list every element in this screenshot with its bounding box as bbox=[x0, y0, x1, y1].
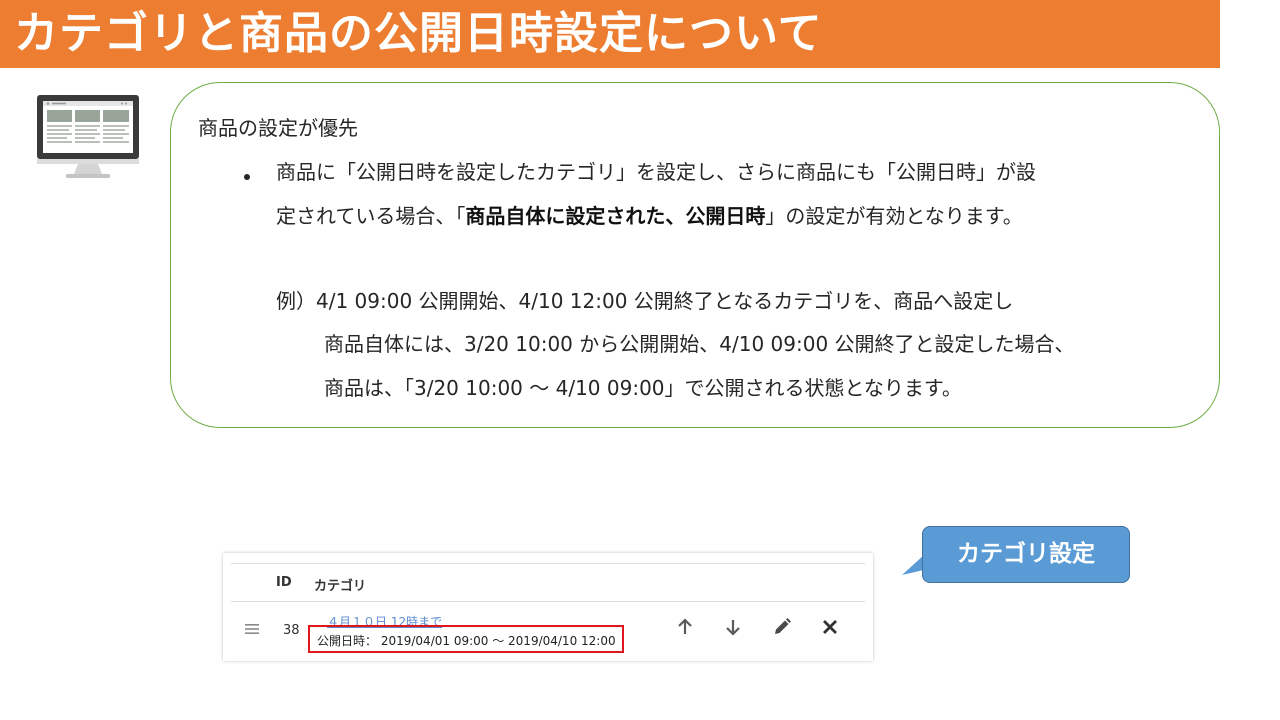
bullet-line-2-post: 」の設定が有効となります。 bbox=[765, 204, 1023, 228]
bullet-line-1: 商品に「公開日時を設定したカテゴリ」を設定し、さらに商品にも「公開日時」が設 bbox=[276, 160, 1036, 184]
example-line-1: 例）4/1 09:00 公開開始、4/10 12:00 公開終了となるカテゴリを… bbox=[276, 289, 1014, 313]
divider bbox=[231, 563, 865, 564]
highlight-box bbox=[308, 625, 624, 653]
drag-handle-icon[interactable] bbox=[245, 624, 259, 634]
info-heading: 商品の設定が優先 bbox=[198, 116, 358, 140]
arrow-up-icon[interactable] bbox=[675, 617, 695, 637]
arrow-down-icon[interactable] bbox=[723, 617, 743, 637]
page-title: カテゴリと商品の公開日時設定について bbox=[14, 8, 823, 59]
column-header-category: カテゴリ bbox=[314, 579, 367, 594]
example-line-2: 商品自体には、3/20 10:00 から公開開始、4/10 09:00 公開終了… bbox=[324, 332, 1075, 356]
monitor-icon bbox=[37, 95, 139, 178]
bullet-dot bbox=[244, 174, 250, 180]
row-id: 38 bbox=[283, 623, 300, 638]
column-header-id: ID bbox=[276, 575, 292, 590]
bullet-line-2: 定されている場合、「商品自体に設定された、公開日時」の設定が有効となります。 bbox=[276, 202, 1023, 230]
close-icon[interactable] bbox=[820, 617, 840, 637]
title-bar: カテゴリと商品の公開日時設定について bbox=[0, 0, 1220, 68]
divider bbox=[231, 601, 865, 602]
pencil-icon[interactable] bbox=[772, 617, 792, 637]
example-line-3: 商品は、「3/20 10:00 ～ 4/10 09:00」で公開される状態となり… bbox=[324, 376, 962, 400]
bullet-line-2-bold: 商品自体に設定された、公開日時 bbox=[465, 204, 766, 228]
category-table-screenshot: ID カテゴリ 38 ４月１０日 12時まで 公開日時： 2019/04/01 … bbox=[223, 553, 873, 661]
callout-label: カテゴリ設定 bbox=[922, 526, 1130, 583]
bullet-line-2-pre: 定されている場合、「 bbox=[276, 204, 466, 228]
